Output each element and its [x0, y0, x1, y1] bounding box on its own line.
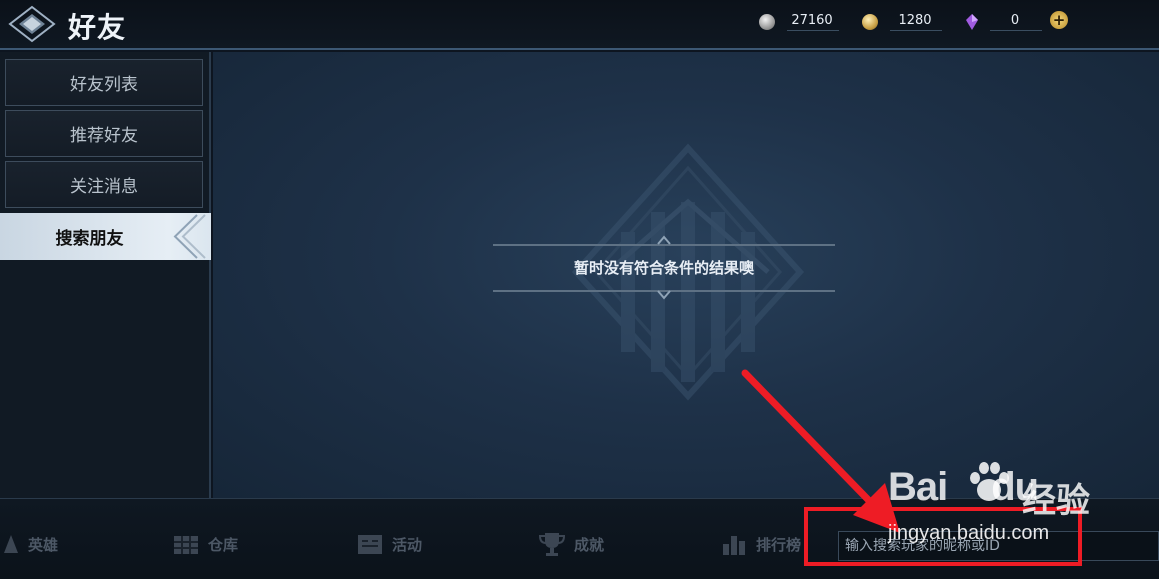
nav-item-achievement[interactable]: 成就 — [538, 529, 604, 559]
crystal-currency: 0 — [966, 10, 1042, 34]
nav-label: 英雄 — [28, 535, 59, 554]
empty-result-message: 暂时没有符合条件的结果噢 — [573, 259, 754, 277]
tab-label: 推荐好友 — [70, 126, 138, 146]
sidebar: 好友列表 推荐好友 关注消息 搜索朋友 — [0, 52, 211, 498]
crystal-amount: 0 — [990, 13, 1042, 31]
chevron-up-icon — [657, 235, 671, 245]
activity-icon — [358, 535, 382, 554]
main-panel: 暂时没有符合条件的结果噢 — [213, 52, 1159, 498]
tab-label: 搜索朋友 — [55, 229, 124, 249]
tab-friend-list[interactable]: 好友列表 — [5, 59, 203, 106]
search-input[interactable] — [839, 532, 1158, 560]
gold-currency: 1280 — [862, 10, 942, 34]
top-bar: 好友 27160 1280 0 + — [0, 0, 1159, 50]
nav-item-warehouse[interactable]: 仓库 — [172, 529, 238, 559]
chevron-down-icon — [657, 290, 671, 300]
nav-label: 成就 — [574, 535, 605, 554]
nav-label: 排行榜 — [756, 535, 802, 554]
nav-label: 活动 — [392, 535, 423, 554]
gold-coin-icon — [862, 14, 878, 30]
tab-label: 关注消息 — [70, 177, 138, 197]
search-field-container — [838, 531, 1159, 561]
nav-item-activity[interactable]: 活动 — [356, 529, 422, 559]
gold-amount: 1280 — [890, 13, 942, 31]
purple-crystal-icon — [966, 14, 978, 30]
plus-icon[interactable]: + — [1050, 11, 1068, 29]
tab-search-friends[interactable]: 搜索朋友 — [0, 213, 211, 260]
chevron-left-icon — [173, 214, 206, 259]
empty-result-box: 暂时没有符合条件的结果噢 — [493, 235, 835, 300]
silver-coin-icon — [759, 14, 775, 30]
tab-recommended-friends[interactable]: 推荐好友 — [5, 110, 203, 157]
diamond-back-icon[interactable] — [6, 4, 58, 44]
warehouse-icon — [174, 536, 198, 554]
nav-item-ranking[interactable]: 排行榜 — [720, 529, 801, 559]
trophy-icon — [538, 533, 566, 556]
ranking-icon — [723, 536, 745, 555]
nav-label: 仓库 — [208, 535, 239, 554]
tab-label: 好友列表 — [70, 75, 138, 95]
page-title: 好友 — [68, 11, 127, 44]
nav-item-hero[interactable]: 英雄 — [2, 529, 58, 559]
hero-icon — [4, 535, 18, 553]
silver-amount: 27160 — [787, 13, 839, 31]
silver-currency: 27160 — [759, 10, 839, 34]
tab-follow-messages[interactable]: 关注消息 — [5, 161, 203, 208]
